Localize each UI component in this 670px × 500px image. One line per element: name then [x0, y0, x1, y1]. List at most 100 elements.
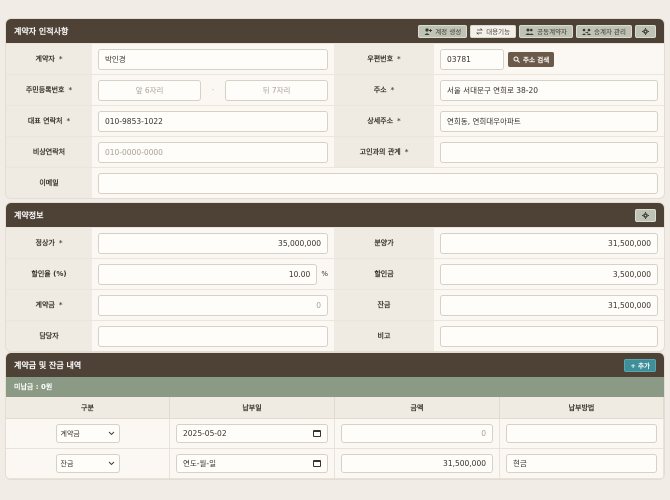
add-payment-button[interactable]: + 추가 [624, 358, 656, 372]
col-date-header: 납부일 [170, 397, 335, 419]
label-address-detail-text: 상세주소 [367, 117, 394, 125]
label-name-text: 계약자 [35, 55, 55, 63]
row-email: 이메일 [6, 167, 664, 198]
contractor-title: 계약자 인적사항 [14, 26, 69, 36]
row-phone: 대표 연락처 * 010-9853-1022 상세주소 * 연희동, 연희대우아파트 [6, 105, 664, 136]
label-discount-amount-text: 할인금 [374, 270, 394, 278]
toggle-label: 대용기능 [486, 28, 511, 36]
emergency-input[interactable]: 010-0000-0000 [98, 141, 328, 163]
co-contractor-button[interactable]: 공동계약자 [519, 24, 574, 38]
row-name: 계약자 * 박인경 우편번호 * 03781 주소 검색 [6, 43, 664, 74]
required-mark: * [66, 117, 71, 125]
resident-back-input[interactable]: 뒤 7자리 [225, 79, 328, 101]
amount-input[interactable]: 31,500,000 [341, 454, 493, 473]
resident-dash: - [211, 86, 215, 94]
unpaid-summary: 미납금 : 0원 [6, 377, 664, 397]
calendar-icon[interactable] [313, 430, 321, 437]
amount-input[interactable]: 0 [341, 424, 493, 443]
label-balance-text: 잔금 [377, 301, 391, 309]
row-deposit: 계약금 * 0 잔금 31,500,000 [6, 289, 664, 320]
required-mark: * [68, 86, 73, 94]
table-row-amount: 0 [335, 419, 500, 449]
resident-front-input[interactable]: 앞 6자리 [98, 79, 201, 101]
contract-settings-button[interactable] [635, 208, 656, 222]
label-list-price: 정상가 * [6, 228, 92, 258]
balance-input[interactable]: 31,500,000 [440, 294, 658, 316]
sale-price-input[interactable]: 31,500,000 [440, 232, 658, 254]
deposit-input[interactable]: 0 [98, 294, 328, 316]
date-input[interactable]: 2025-05-02 [176, 424, 328, 443]
address-detail-input[interactable]: 연희동, 연희대우아파트 [440, 110, 658, 132]
col-method-header: 납부방법 [500, 397, 664, 419]
co-contractor-label: 공동계약자 [537, 28, 568, 36]
type-select[interactable]: 계약금 [55, 424, 120, 443]
payments-header: 계약금 및 잔금 내역 + 추가 [6, 353, 664, 377]
payments-title: 계약금 및 잔금 내역 [14, 360, 82, 370]
required-mark: * [58, 301, 63, 309]
successor-label: 승계자 관리 [594, 28, 626, 36]
row-resident: 주민등록번호 * 앞 6자리 - 뒤 7자리 주소 * 서울 서대문구 연희로 38… [6, 74, 664, 105]
label-balance: 잔금 [334, 290, 434, 320]
label-relation: 고인과의 관계 * [334, 137, 434, 167]
manager-input[interactable] [98, 325, 328, 347]
phone-input[interactable]: 010-9853-1022 [98, 110, 328, 132]
table-row-method [500, 419, 664, 449]
label-manager: 담당자 [6, 321, 92, 351]
postal-input[interactable]: 03781 [440, 48, 504, 70]
label-resident: 주민등록번호 * [6, 75, 92, 105]
label-discount-rate: 할인율 (%) [6, 259, 92, 289]
relation-input[interactable] [440, 141, 658, 163]
list-price-input[interactable]: 35,000,000 [98, 232, 328, 254]
name-input[interactable]: 박인경 [98, 48, 328, 70]
users-icon [525, 28, 534, 35]
email-input[interactable] [98, 172, 658, 194]
search-icon [513, 56, 520, 63]
label-manager-text: 담당자 [39, 332, 59, 340]
label-address: 주소 * [334, 75, 434, 105]
address-input[interactable]: 서울 서대문구 연희로 38-20 [440, 79, 658, 101]
label-phone-text: 대표 연락처 [27, 117, 63, 125]
date-input[interactable]: 연도-월-일 [176, 454, 328, 473]
row-manager: 담당자 비고 [6, 320, 664, 351]
label-sale-price: 분양가 [334, 228, 434, 258]
table-row-amount: 31,500,000 [335, 449, 500, 479]
required-mark: * [404, 148, 409, 156]
label-resident-text: 주민등록번호 [25, 86, 65, 94]
add-contract-button[interactable]: 계정 생성 [418, 24, 468, 38]
note-input[interactable] [440, 325, 658, 347]
successor-button[interactable]: 승계자 관리 [576, 24, 632, 38]
type-select-value: 잔금 [60, 459, 74, 468]
label-note-text: 비고 [377, 332, 391, 340]
contract-panel: 계약정보 정상가 * 35,000,000 분양가 31,500,000 할인율 … [6, 203, 664, 351]
label-deposit-text: 계약금 [35, 301, 55, 309]
label-postal-text: 우편번호 [367, 55, 394, 63]
col-amount-header: 금액 [335, 397, 500, 419]
label-postal: 우편번호 * [334, 44, 434, 74]
address-search-button[interactable]: 주소 검색 [508, 51, 555, 67]
label-list-price-text: 정상가 [35, 239, 55, 247]
chevron-down-icon [108, 461, 114, 466]
add-contract-label: 계정 생성 [435, 28, 462, 36]
method-input[interactable]: 현금 [506, 454, 657, 473]
table-row-type: 계약금 [6, 419, 170, 449]
label-emergency: 비상연락처 [6, 137, 92, 167]
settings-button[interactable] [635, 24, 656, 38]
transfer-icon [582, 28, 592, 35]
calendar-icon[interactable] [313, 460, 321, 467]
table-row-date: 2025-05-02 [170, 419, 335, 449]
table-row-date: 연도-월-일 [170, 449, 335, 479]
label-deposit: 계약금 * [6, 290, 92, 320]
row-emergency: 비상연락처 010-0000-0000 고인과의 관계 * [6, 136, 664, 167]
type-select[interactable]: 잔금 [55, 454, 120, 473]
contractor-panel: 계약자 인적사항 계정 생성 대용기능 공동계약자 승계자 관리 계약자 * 박인… [6, 19, 664, 198]
discount-amount-input[interactable]: 3,500,000 [440, 263, 658, 285]
label-email-text: 이메일 [39, 179, 59, 187]
label-discount-amount: 할인금 [334, 259, 434, 289]
contractor-header: 계약자 인적사항 계정 생성 대용기능 공동계약자 승계자 관리 [6, 19, 664, 43]
toggle-button[interactable]: 대용기능 [470, 24, 517, 38]
table-row-type: 잔금 [6, 449, 170, 479]
discount-rate-input[interactable]: 10.00 [98, 263, 318, 285]
method-input[interactable] [506, 424, 657, 443]
gear-icon [642, 211, 649, 219]
label-name: 계약자 * [6, 44, 92, 74]
